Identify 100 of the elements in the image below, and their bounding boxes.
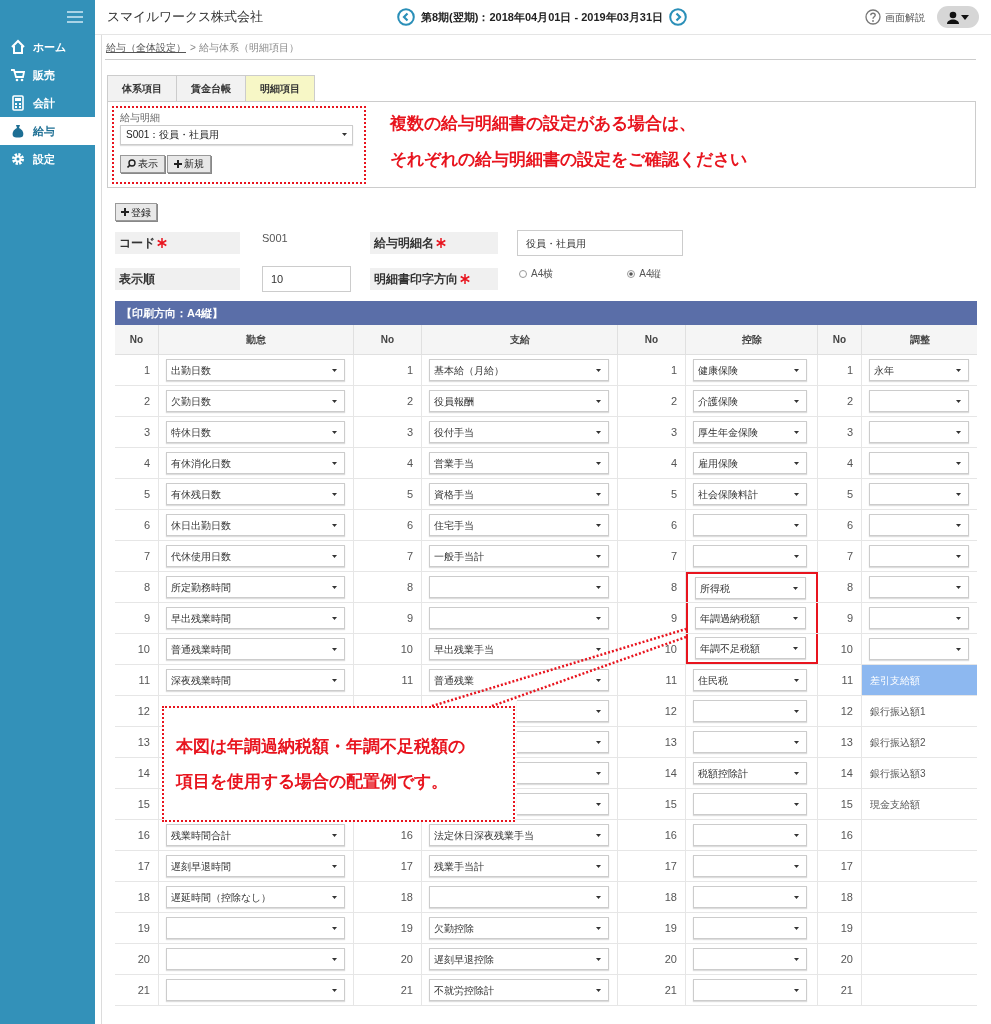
dropdown[interactable]: 所定勤務時間: [166, 576, 345, 598]
dropdown[interactable]: 欠勤日数: [166, 390, 345, 412]
dropdown[interactable]: 深夜残業時間: [166, 669, 345, 691]
dropdown[interactable]: [166, 948, 345, 970]
dropdown[interactable]: [429, 576, 609, 598]
dropdown[interactable]: [869, 421, 969, 443]
tab[interactable]: 体系項目: [107, 75, 177, 101]
dropdown[interactable]: 社会保険料計: [693, 483, 807, 505]
dropdown[interactable]: 役員報酬: [429, 390, 609, 412]
help-icon[interactable]: [865, 9, 881, 25]
dropdown[interactable]: 休日出勤日数: [166, 514, 345, 536]
caret-icon: [596, 771, 601, 775]
sidebar-item[interactable]: ホーム: [0, 33, 95, 61]
dropdown[interactable]: [693, 886, 807, 908]
dropdown[interactable]: [429, 886, 609, 908]
register-button[interactable]: 登録: [115, 203, 157, 221]
radio-button[interactable]: [627, 269, 636, 278]
dropdown[interactable]: 残業手当計: [429, 855, 609, 877]
previous-period-button[interactable]: [397, 8, 415, 26]
dropdown[interactable]: [869, 452, 969, 474]
list-item[interactable]: 現金支給額: [862, 789, 977, 819]
next-period-button[interactable]: [669, 8, 688, 26]
tab[interactable]: 明細項目: [245, 75, 315, 101]
list-item[interactable]: 銀行振込額1: [862, 696, 977, 726]
dropdown[interactable]: 代休使用日数: [166, 545, 345, 567]
dropdown[interactable]: [693, 979, 807, 1001]
dropdown[interactable]: [869, 514, 969, 536]
list-item[interactable]: 銀行振込額2: [862, 727, 977, 757]
user-menu-button[interactable]: [937, 6, 979, 28]
dropdown[interactable]: [869, 483, 969, 505]
dropdown[interactable]: 健康保険: [693, 359, 807, 381]
dropdown[interactable]: [869, 607, 969, 629]
dropdown[interactable]: [517, 793, 609, 815]
dropdown[interactable]: 有休残日数: [166, 483, 345, 505]
dropdown[interactable]: 一般手当計: [429, 545, 609, 567]
dropdown[interactable]: 有休消化日数: [166, 452, 345, 474]
sidebar-item[interactable]: 設定: [0, 145, 95, 173]
dropdown[interactable]: 特休日数: [166, 421, 345, 443]
dropdown[interactable]: [869, 545, 969, 567]
dropdown[interactable]: 法定休日深夜残業手当: [429, 824, 609, 846]
dropdown[interactable]: [517, 700, 609, 722]
dropdown[interactable]: [166, 917, 345, 939]
input-field[interactable]: 役員・社員用: [517, 230, 683, 256]
dropdown[interactable]: 遅刻早退控除: [429, 948, 609, 970]
sidebar-item[interactable]: 販売: [0, 61, 95, 89]
dropdown[interactable]: 役付手当: [429, 421, 609, 443]
input-field[interactable]: 10: [262, 266, 351, 292]
dropdown[interactable]: [166, 979, 345, 1001]
dropdown[interactable]: [517, 762, 609, 784]
dropdown[interactable]: 永年: [869, 359, 969, 381]
dropdown[interactable]: 普通残業時間: [166, 638, 345, 660]
dropdown[interactable]: 営業手当: [429, 452, 609, 474]
sidebar-item[interactable]: 給与: [0, 117, 95, 145]
dropdown[interactable]: [693, 824, 807, 846]
dropdown[interactable]: 雇用保険: [693, 452, 807, 474]
dropdown[interactable]: [693, 545, 807, 567]
dropdown[interactable]: 遅延時間（控除なし）: [166, 886, 345, 908]
dropdown[interactable]: 所得税: [695, 577, 806, 599]
dropdown[interactable]: 年調不足税額: [695, 637, 806, 659]
dropdown[interactable]: 基本給（月給）: [429, 359, 609, 381]
dropdown[interactable]: 住民税: [693, 669, 807, 691]
dropdown[interactable]: 不就労控除計: [429, 979, 609, 1001]
tab[interactable]: 賃金台帳: [176, 75, 246, 101]
dropdown[interactable]: [693, 793, 807, 815]
radio-option[interactable]: A4横: [519, 266, 554, 281]
dropdown[interactable]: 税額控除計: [693, 762, 807, 784]
list-item[interactable]: 銀行振込額3: [862, 758, 977, 788]
radio-button[interactable]: [519, 269, 527, 278]
show-button[interactable]: 表示: [120, 154, 165, 173]
breadcrumb-link[interactable]: 給与（全体設定）: [106, 40, 186, 55]
payslip-select[interactable]: S001：役員・社員用: [120, 124, 353, 145]
dropdown[interactable]: [693, 855, 807, 877]
dropdown[interactable]: 住宅手当: [429, 514, 609, 536]
dropdown[interactable]: [693, 514, 807, 536]
dropdown[interactable]: 介護保険: [693, 390, 807, 412]
dropdown[interactable]: [693, 731, 807, 753]
dropdown[interactable]: 遅刻早退時間: [166, 855, 345, 877]
dropdown[interactable]: [693, 948, 807, 970]
dropdown[interactable]: 資格手当: [429, 483, 609, 505]
radio-option[interactable]: A4縦: [627, 266, 662, 281]
menu-icon[interactable]: [67, 10, 83, 23]
dropdown[interactable]: 早出残業時間: [166, 607, 345, 629]
dropdown[interactable]: [693, 917, 807, 939]
dropdown[interactable]: [869, 390, 969, 412]
new-button[interactable]: 新規: [167, 154, 211, 173]
dropdown[interactable]: 普通残業: [429, 669, 609, 691]
dropdown[interactable]: 早出残業手当: [429, 638, 609, 660]
dropdown[interactable]: [693, 700, 807, 722]
dropdown[interactable]: 年調過納税額: [695, 607, 806, 629]
dropdown[interactable]: [869, 638, 969, 660]
dropdown[interactable]: 出勤日数: [166, 359, 345, 381]
dropdown[interactable]: [429, 607, 609, 629]
dropdown[interactable]: 厚生年金保険: [693, 421, 807, 443]
sidebar-item[interactable]: 会計: [0, 89, 95, 117]
column-header: No: [818, 325, 862, 354]
dropdown[interactable]: 欠勤控除: [429, 917, 609, 939]
help-link[interactable]: 画面解説: [885, 9, 925, 25]
dropdown[interactable]: 残業時間合計: [166, 824, 345, 846]
dropdown[interactable]: [517, 731, 609, 753]
dropdown[interactable]: [869, 576, 969, 598]
